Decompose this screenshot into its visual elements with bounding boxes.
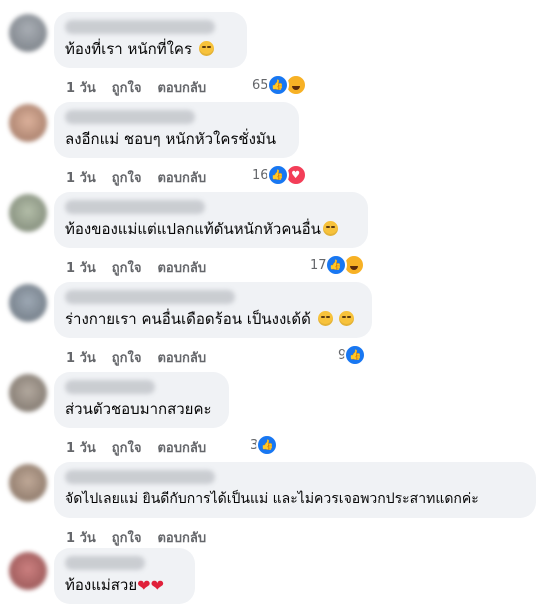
comment-text: ท้องแม่สวย❤❤ <box>65 576 164 595</box>
timestamp[interactable]: 1 วัน <box>66 351 96 366</box>
like-reaction-icon: 👍 <box>256 434 279 456</box>
author-name-redacted[interactable] <box>65 290 235 304</box>
comment-actions: 1 วัน ถูกใจ ตอบกลับ <box>66 437 222 458</box>
avatar[interactable] <box>9 104 47 142</box>
reply-link[interactable]: ตอบกลับ <box>157 81 206 96</box>
like-reaction-icon: 👍 <box>266 164 289 186</box>
avatar[interactable] <box>9 14 47 52</box>
comment-text: ส่วนตัวชอบมากสวยคะ <box>65 400 212 418</box>
timestamp[interactable]: 1 วัน <box>66 261 96 276</box>
comment-bubble: ท้องที่เรา หนักที่ใคร <box>54 12 247 68</box>
comment-text: ท้องที่เรา หนักที่ใคร <box>65 39 236 59</box>
timestamp[interactable]: 1 วัน <box>66 81 96 96</box>
reaction-summary[interactable]: 3 👍 <box>250 434 279 456</box>
comment-actions: 1 วัน ถูกใจ ตอบกลับ <box>66 77 222 98</box>
like-link[interactable]: ถูกใจ <box>112 441 142 456</box>
reply-link[interactable]: ตอบกลับ <box>157 441 206 456</box>
reply-link[interactable]: ตอบกลับ <box>157 351 206 366</box>
avatar[interactable] <box>9 374 47 412</box>
smile-emoji-icon <box>198 41 214 56</box>
like-reaction-icon: 👍 <box>266 74 289 96</box>
like-reaction-icon: 👍 <box>344 344 367 366</box>
author-name-redacted[interactable] <box>65 200 205 214</box>
author-name-redacted[interactable] <box>65 380 155 394</box>
author-name-redacted[interactable] <box>65 20 215 34</box>
comment-bubble: ท้องของแม่แต่แปลกแท้ดันหนักหัวคนอื่น <box>54 192 368 248</box>
comment-text: ลงอีกแม่ ชอบๆ หนักหัวใครชั่งมัน <box>65 130 277 148</box>
smile-emoji-icon <box>322 221 338 236</box>
reaction-summary[interactable]: 9 👍 <box>338 344 367 366</box>
like-link[interactable]: ถูกใจ <box>112 171 142 186</box>
like-link[interactable]: ถูกใจ <box>112 261 142 276</box>
comment-bubble: ลงอีกแม่ ชอบๆ หนักหัวใครชั่งมัน <box>54 102 299 158</box>
author-name-redacted[interactable] <box>65 470 215 484</box>
avatar[interactable] <box>9 194 47 232</box>
comment-bubble: ส่วนตัวชอบมากสวยคะ <box>54 372 229 428</box>
heart-emoji-icon: ❤ <box>150 576 164 595</box>
timestamp[interactable]: 1 วัน <box>66 171 96 186</box>
author-name-redacted[interactable] <box>65 110 195 124</box>
comment-bubble: ร่างกายเรา คนอื่นเดือดร้อน เป็นงงเด้ด้ <box>54 282 372 338</box>
smile-emoji-icon <box>317 311 333 326</box>
avatar[interactable] <box>9 552 47 590</box>
reaction-summary[interactable]: 17 👍 <box>310 254 365 276</box>
timestamp[interactable]: 1 วัน <box>66 441 96 456</box>
like-link[interactable]: ถูกใจ <box>112 351 142 366</box>
comment-actions: 1 วัน ถูกใจ ตอบกลับ <box>66 257 222 278</box>
comment-actions: 1 วัน ถูกใจ ตอบกลับ <box>66 347 222 368</box>
like-link[interactable]: ถูกใจ <box>112 81 142 96</box>
smile-emoji-icon <box>339 311 355 326</box>
comment-text: จัดไปเลยแม่ ยินดีกับการได้เป็นแม่ และไม่… <box>65 491 479 507</box>
author-name-redacted[interactable] <box>65 556 145 570</box>
avatar[interactable] <box>9 284 47 322</box>
heart-emoji-icon: ❤ <box>137 576 151 595</box>
comment-text: ท้องของแม่แต่แปลกแท้ดันหนักหัวคนอื่น <box>65 219 357 239</box>
reply-link[interactable]: ตอบกลับ <box>157 531 206 546</box>
like-link[interactable]: ถูกใจ <box>112 531 142 546</box>
reaction-summary[interactable]: 65 👍 <box>252 74 307 96</box>
timestamp[interactable]: 1 วัน <box>66 531 96 546</box>
reply-link[interactable]: ตอบกลับ <box>157 171 206 186</box>
comment-bubble: ท้องแม่สวย❤❤ <box>54 548 195 604</box>
avatar[interactable] <box>9 464 47 502</box>
comment-actions: 1 วัน ถูกใจ ตอบกลับ <box>66 167 222 188</box>
comment-bubble: จัดไปเลยแม่ ยินดีกับการได้เป็นแม่ และไม่… <box>54 462 536 518</box>
comment-actions: 1 วัน ถูกใจ ตอบกลับ <box>66 527 222 548</box>
reaction-summary[interactable]: 16 👍 ♥ <box>252 164 307 186</box>
like-reaction-icon: 👍 <box>324 254 347 276</box>
comment-text: ร่างกายเรา คนอื่นเดือดร้อน เป็นงงเด้ด้ <box>65 309 361 329</box>
reply-link[interactable]: ตอบกลับ <box>157 261 206 276</box>
